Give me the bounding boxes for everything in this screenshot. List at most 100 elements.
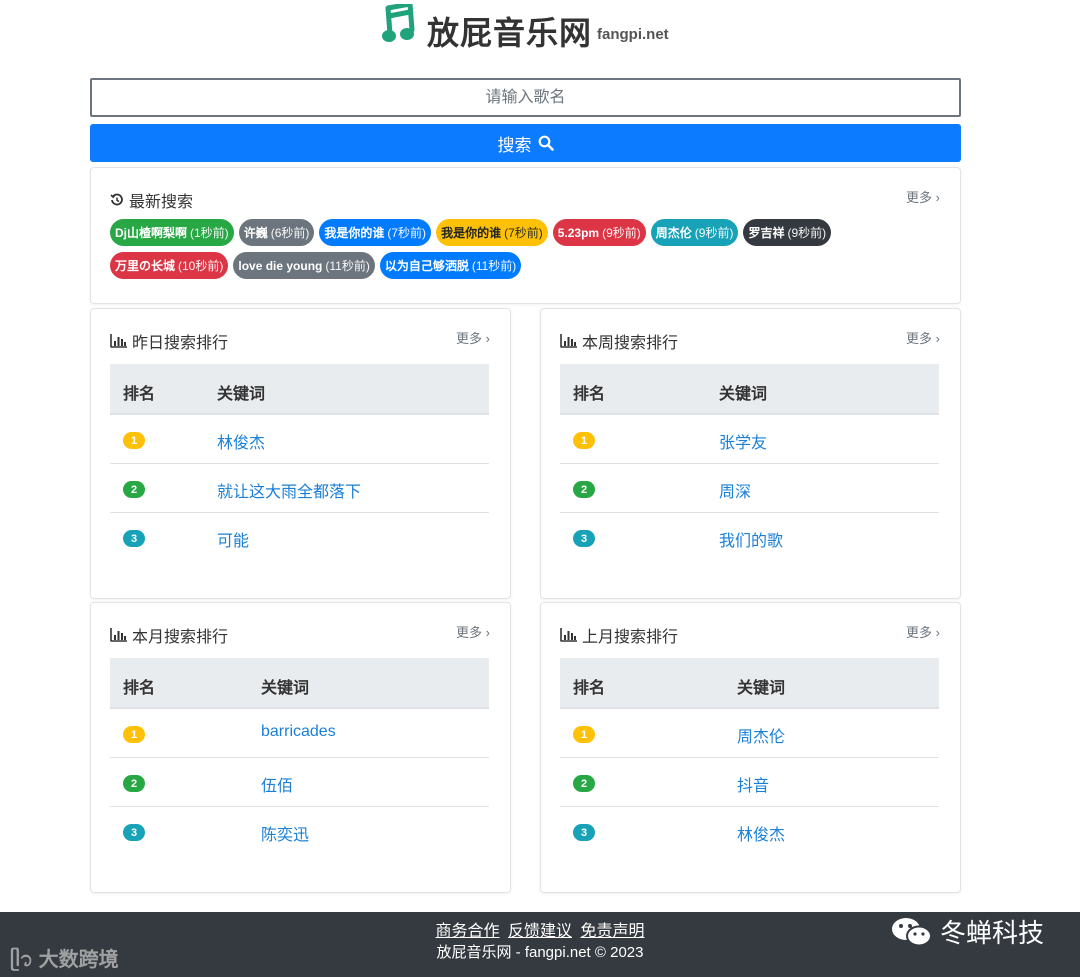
badge-keyword: 罗吉祥 bbox=[748, 226, 785, 240]
ranking-table: 排名 关键词 1 张学友 2 周深 3 我们的歌 bbox=[560, 364, 939, 562]
rank-badge: 3 bbox=[123, 530, 145, 547]
badge-keyword: Dj山楂啊梨啊 bbox=[115, 226, 188, 240]
ranking-title: 昨日搜索排行 bbox=[110, 329, 228, 353]
badge-time: (7秒前) bbox=[387, 226, 427, 240]
table-row: 3 陈奕迅 bbox=[110, 807, 489, 856]
footer: 商务合作 反馈建议 免责声明 放屁音乐网 - fangpi.net © 2023… bbox=[0, 912, 1080, 977]
music-note-icon bbox=[382, 4, 415, 42]
col-rank-header: 排名 bbox=[573, 680, 606, 697]
recent-search-badge[interactable]: 许巍 (6秒前) bbox=[238, 219, 315, 246]
recent-search-badge[interactable]: 我是你的谁 (7秒前) bbox=[436, 219, 548, 246]
ranking-table: 排名 关键词 1 周杰伦 2 抖音 3 林俊杰 bbox=[560, 658, 939, 856]
recent-search-badge[interactable]: 周杰伦 (9秒前) bbox=[650, 219, 739, 246]
badge-time: (11秒前) bbox=[471, 259, 517, 273]
ranking-more-link[interactable]: 更多 › bbox=[456, 328, 490, 347]
rank-badge: 1 bbox=[123, 432, 145, 449]
keyword-link[interactable]: 林俊杰 bbox=[737, 821, 785, 845]
site-name[interactable]: 放屁音乐网 bbox=[427, 8, 592, 54]
footer-link-disclaimer[interactable]: 免责声明 bbox=[580, 923, 644, 940]
badge-time: (6秒前) bbox=[270, 226, 310, 240]
rank-badge: 2 bbox=[123, 481, 145, 498]
keyword-link[interactable]: 伍佰 bbox=[261, 772, 293, 796]
bar-chart-icon bbox=[560, 628, 577, 642]
keyword-link[interactable]: 抖音 bbox=[737, 772, 769, 796]
badge-time: (7秒前) bbox=[504, 226, 543, 240]
history-icon bbox=[110, 193, 123, 206]
col-keyword-header: 关键词 bbox=[217, 386, 266, 403]
keyword-link[interactable]: 陈奕迅 bbox=[261, 821, 309, 845]
badge-keyword: 我是你的谁 bbox=[441, 226, 502, 240]
recent-search-badge[interactable]: love die young (11秒前) bbox=[233, 252, 375, 279]
recent-search-badge[interactable]: 我是你的谁 (7秒前) bbox=[319, 219, 432, 246]
ranking-more-link[interactable]: 更多 › bbox=[906, 622, 940, 641]
table-header: 排名 关键词 bbox=[110, 364, 489, 415]
search-button[interactable]: 搜索 bbox=[90, 124, 961, 162]
ranking-title: 本月搜索排行 bbox=[110, 623, 228, 647]
badge-time: (9秒前) bbox=[694, 226, 734, 240]
rank-badge: 3 bbox=[573, 530, 595, 547]
recent-more-link[interactable]: 更多 › bbox=[906, 187, 940, 206]
keyword-link[interactable]: 周杰伦 bbox=[737, 723, 785, 747]
watermark-left: ᥫ᭡ 大数跨境 bbox=[10, 949, 119, 971]
rank-badge: 2 bbox=[573, 775, 595, 792]
rank-badge: 2 bbox=[573, 481, 595, 498]
keyword-link[interactable]: 可能 bbox=[217, 527, 249, 551]
ranking-title: 本周搜索排行 bbox=[560, 329, 678, 353]
badge-time: (1秒前) bbox=[190, 226, 229, 240]
table-row: 1 林俊杰 bbox=[110, 415, 489, 464]
badge-keyword: 5.23pm bbox=[557, 225, 600, 240]
wechat-icon bbox=[892, 917, 932, 946]
recent-searches-card: 最新搜索 更多 › Dj山楂啊梨啊 (1秒前) 许巍 (6秒前) 我是你的谁 (7秒前) 我… bbox=[90, 167, 961, 304]
keyword-link[interactable]: 我们的歌 bbox=[719, 527, 783, 551]
table-row: 3 我们的歌 bbox=[560, 513, 939, 562]
table-row: 2 就让这大雨全都落下 bbox=[110, 464, 489, 513]
recent-search-badge[interactable]: 以为自己够洒脱 (11秒前) bbox=[379, 252, 522, 279]
footer-link-business[interactable]: 商务合作 bbox=[436, 923, 500, 940]
ranking-table: 排名 关键词 1 林俊杰 2 就让这大雨全都落下 3 可能 bbox=[110, 364, 489, 562]
ranking-card: 上月搜索排行 更多 › 排名 关键词 1 周杰伦 2 抖音 3 林俊杰 bbox=[540, 602, 961, 893]
bar-chart-icon bbox=[560, 334, 577, 348]
ranking-card: 本月搜索排行 更多 › 排名 关键词 1 barricades 2 伍佰 3 陈奕迅 bbox=[90, 602, 511, 893]
col-keyword-header: 关键词 bbox=[737, 680, 786, 697]
ranking-table: 排名 关键词 1 barricades 2 伍佰 3 陈奕迅 bbox=[110, 658, 489, 856]
keyword-link[interactable]: 林俊杰 bbox=[217, 429, 265, 453]
search-input[interactable] bbox=[90, 78, 961, 117]
keyword-link[interactable]: 就让这大雨全都落下 bbox=[217, 478, 361, 502]
table-row: 1 张学友 bbox=[560, 415, 939, 464]
recent-search-badge[interactable]: 罗吉祥 (9秒前) bbox=[743, 219, 832, 246]
badge-keyword: 周杰伦 bbox=[655, 226, 692, 240]
search-icon bbox=[538, 135, 554, 151]
ranking-more-link[interactable]: 更多 › bbox=[456, 622, 490, 641]
col-rank-header: 排名 bbox=[123, 680, 156, 697]
table-header: 排名 关键词 bbox=[560, 658, 939, 709]
recent-search-badge[interactable]: 万里の长城 (10秒前) bbox=[110, 252, 229, 279]
table-row: 3 可能 bbox=[110, 513, 489, 562]
site-domain: fangpi.net bbox=[597, 26, 669, 43]
rank-badge: 1 bbox=[573, 432, 595, 449]
keyword-link[interactable]: 张学友 bbox=[719, 429, 767, 453]
bar-chart-icon bbox=[110, 334, 127, 348]
col-rank-header: 排名 bbox=[123, 386, 156, 403]
badge-keyword: 我是你的谁 bbox=[324, 226, 385, 240]
table-row: 1 周杰伦 bbox=[560, 709, 939, 758]
badge-keyword: love die young bbox=[238, 258, 323, 273]
col-rank-header: 排名 bbox=[573, 386, 606, 403]
recent-search-badge[interactable]: Dj山楂啊梨啊 (1秒前) bbox=[110, 219, 234, 246]
badge-keyword: 万里の长城 bbox=[115, 259, 176, 273]
badge-time: (9秒前) bbox=[602, 226, 641, 240]
badge-keyword: 以为自己够洒脱 bbox=[384, 259, 469, 273]
col-keyword-header: 关键词 bbox=[719, 386, 768, 403]
rank-badge: 3 bbox=[123, 824, 145, 841]
keyword-link[interactable]: 周深 bbox=[719, 478, 751, 502]
rank-badge: 3 bbox=[573, 824, 595, 841]
table-row: 1 barricades bbox=[110, 709, 489, 758]
recent-search-badge[interactable]: 5.23pm (9秒前) bbox=[552, 219, 646, 246]
table-row: 2 周深 bbox=[560, 464, 939, 513]
table-header: 排名 关键词 bbox=[560, 364, 939, 415]
ranking-more-link[interactable]: 更多 › bbox=[906, 328, 940, 347]
footer-link-feedback[interactable]: 反馈建议 bbox=[508, 923, 572, 940]
rank-badge: 2 bbox=[123, 775, 145, 792]
badge-keyword: 许巍 bbox=[243, 226, 268, 240]
badge-time: (11秒前) bbox=[325, 259, 370, 273]
keyword-link[interactable]: barricades bbox=[261, 723, 336, 741]
